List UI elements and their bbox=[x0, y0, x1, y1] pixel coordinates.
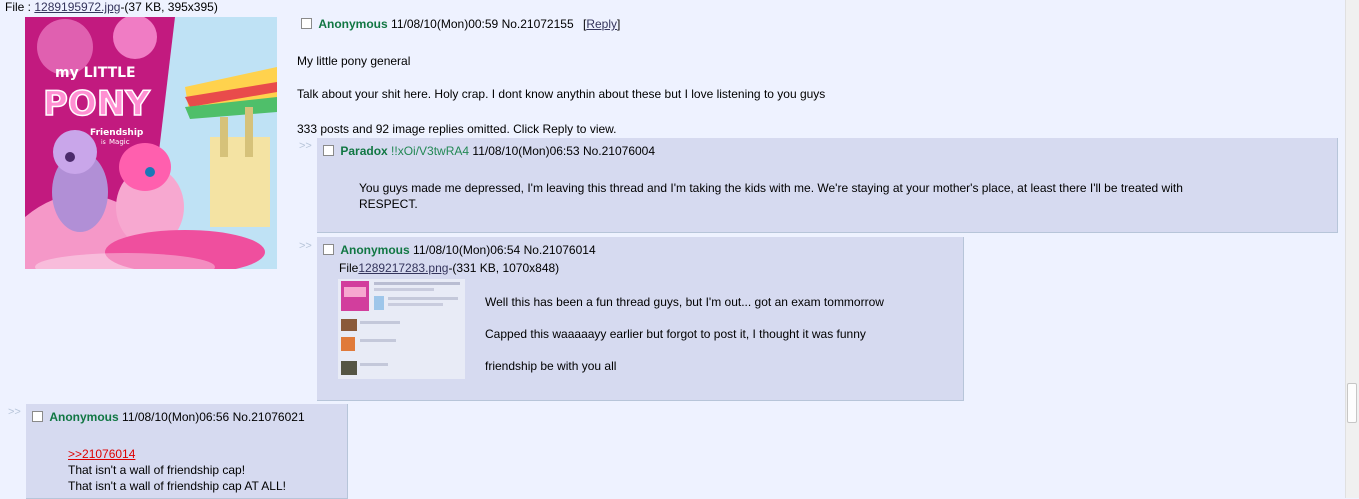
op-omitted-notice: 333 posts and 92 image replies omitted. … bbox=[297, 122, 617, 136]
op-post-header: Anonymous 11/08/10(Mon)00:59 No.21072155… bbox=[301, 17, 620, 31]
op-file-prefix: File : bbox=[5, 0, 35, 14]
op-reply-link[interactable]: Reply bbox=[586, 17, 617, 31]
op-post-number[interactable]: No.21072155 bbox=[502, 17, 574, 31]
op-message: Talk about your shit here. Holy crap. I … bbox=[297, 87, 826, 101]
op-file-meta: -(37 KB, 395x395) bbox=[120, 0, 218, 14]
op-file-link[interactable]: 1289195972.jpg bbox=[34, 0, 120, 14]
op-reply-bracket-close: ] bbox=[617, 17, 621, 31]
reply-3-message: >>21076014 That isn't a wall of friendsh… bbox=[68, 446, 286, 494]
reply-post-21076014: Anonymous 11/08/10(Mon)06:54 No.21076014… bbox=[317, 237, 964, 401]
reply-3-header: Anonymous 11/08/10(Mon)06:56 No.21076021 bbox=[32, 410, 305, 424]
reply-1-message-line: You guys made me depressed, I'm leaving … bbox=[359, 181, 1183, 195]
reply-2-message-line: Capped this waaaaayy earlier but forgot … bbox=[485, 327, 866, 341]
reply-1-poster-name: Paradox bbox=[340, 144, 388, 158]
reply-3-arrows: >> bbox=[8, 406, 21, 418]
reply-3-poster-name: Anonymous bbox=[49, 410, 119, 424]
reply-3-message-line: That isn't a wall of friendship cap AT A… bbox=[68, 479, 286, 493]
op-delete-checkbox[interactable] bbox=[301, 18, 312, 29]
op-thumbnail-image: my LITTLE PONY Friendship is Magic bbox=[25, 17, 277, 269]
reply-2-message: Well this has been a fun thread guys, bu… bbox=[485, 295, 884, 373]
reply-2-file-meta: -(331 KB, 1070x848) bbox=[448, 261, 560, 275]
reply-2-post-number[interactable]: No.21076014 bbox=[524, 243, 596, 257]
thumb-sub-line-3: Magic bbox=[109, 138, 130, 146]
thumb-logo-line-1: my LITTLE bbox=[55, 65, 136, 81]
reply-1-message: You guys made me depressed, I'm leaving … bbox=[359, 180, 1183, 212]
reply-2-thumbnail[interactable] bbox=[338, 279, 465, 379]
reply-2-datetime: 11/08/10(Mon)06:54 bbox=[413, 243, 521, 257]
thumb-sub-line-1: Friendship bbox=[90, 128, 144, 138]
reply-2-arrows: >> bbox=[299, 240, 312, 252]
reply-3-message-line: That isn't a wall of friendship cap! bbox=[68, 463, 246, 477]
thumb-logo-line-2: PONY bbox=[43, 84, 150, 124]
vertical-scrollbar[interactable] bbox=[1345, 0, 1359, 498]
reply-1-header: Paradox !!xOi/V3twRA4 11/08/10(Mon)06:53… bbox=[323, 144, 655, 158]
scrollbar-thumb[interactable] bbox=[1347, 383, 1357, 423]
reply-1-post-number[interactable]: No.21076004 bbox=[583, 144, 655, 158]
reply-3-post-number[interactable]: No.21076021 bbox=[233, 410, 305, 424]
reply-2-file-prefix: File bbox=[339, 261, 359, 275]
op-subject-line: My little pony general bbox=[297, 54, 411, 68]
reply-2-thumbnail-image bbox=[338, 279, 465, 379]
reply-3-datetime: 11/08/10(Mon)06:56 bbox=[122, 410, 230, 424]
reply-2-message-line: friendship be with you all bbox=[485, 359, 617, 373]
reply-1-message-line: RESPECT. bbox=[359, 197, 418, 211]
op-file-info: File : 1289195972.jpg-(37 KB, 395x395) bbox=[5, 0, 218, 14]
reply-1-datetime: 11/08/10(Mon)06:53 bbox=[472, 144, 580, 158]
reply-post-21076021: Anonymous 11/08/10(Mon)06:56 No.21076021… bbox=[26, 404, 348, 499]
op-thumbnail[interactable]: my LITTLE PONY Friendship is Magic bbox=[25, 17, 277, 269]
reply-3-quote-link[interactable]: >>21076014 bbox=[68, 447, 135, 461]
reply-2-poster-name: Anonymous bbox=[340, 243, 410, 257]
reply-2-file-link[interactable]: 1289217283.png bbox=[358, 261, 448, 275]
reply-1-arrows: >> bbox=[299, 140, 312, 152]
reply-1-tripcode: !!xOi/V3twRA4 bbox=[391, 144, 470, 158]
reply-2-file-info: File1289217283.png-(331 KB, 1070x848) bbox=[339, 261, 559, 275]
reply-2-header: Anonymous 11/08/10(Mon)06:54 No.21076014 bbox=[323, 243, 596, 257]
op-datetime: 11/08/10(Mon)00:59 bbox=[391, 17, 499, 31]
reply-1-delete-checkbox[interactable] bbox=[323, 145, 334, 156]
reply-post-21076004: Paradox !!xOi/V3twRA4 11/08/10(Mon)06:53… bbox=[317, 138, 1338, 233]
reply-2-delete-checkbox[interactable] bbox=[323, 244, 334, 255]
reply-3-delete-checkbox[interactable] bbox=[32, 411, 43, 422]
reply-2-message-line: Well this has been a fun thread guys, bu… bbox=[485, 295, 884, 309]
thumb-sub-line-2: is bbox=[101, 139, 106, 146]
op-poster-name: Anonymous bbox=[318, 17, 388, 31]
